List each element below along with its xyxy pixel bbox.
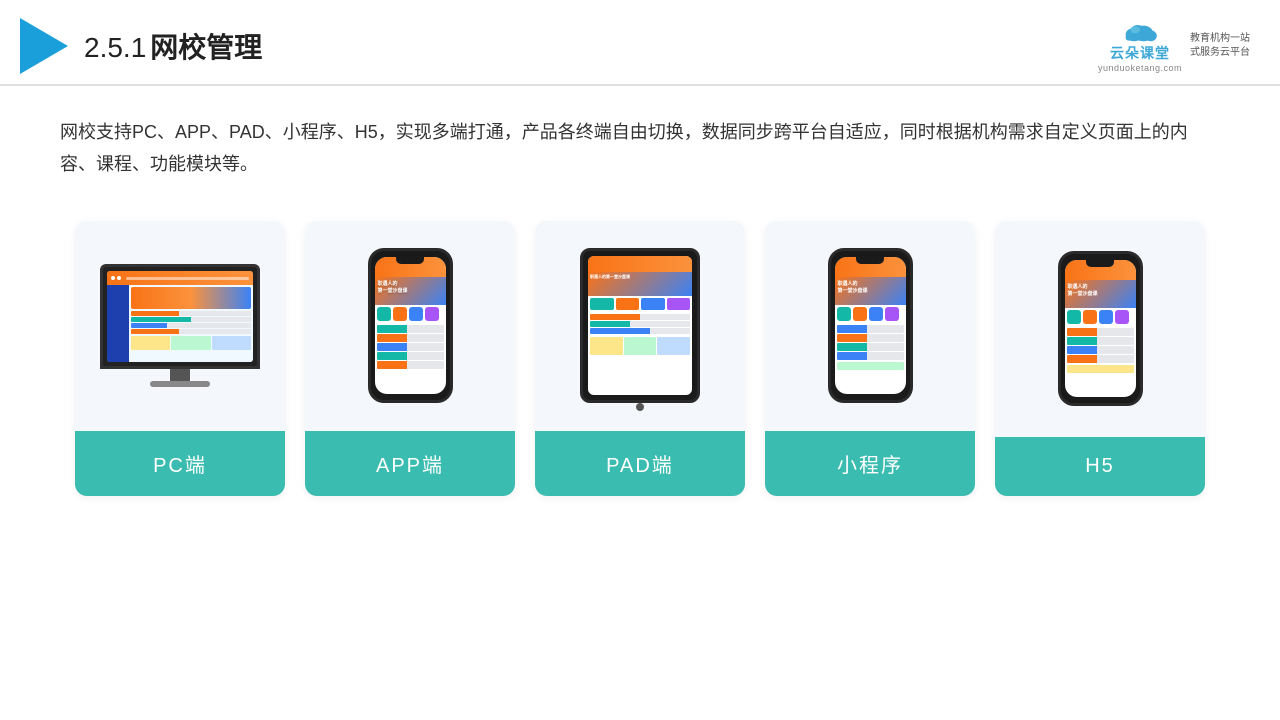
brand-logo: 云朵课堂 yunduoketang.com 教育机构一站 式服务云平台 <box>1098 19 1250 73</box>
page-title: 2.5.1网校管理 <box>84 26 262 66</box>
brand-tagline: 教育机构一站 式服务云平台 <box>1190 32 1250 60</box>
phone-miniapp-icon: 职遇人的第一堂沙盘课 <box>828 248 913 403</box>
header-left: 2.5.1网校管理 <box>20 18 262 74</box>
description-text: 网校支持PC、APP、PAD、小程序、H5，实现多端打通，产品各终端自由切换，数… <box>0 86 1280 191</box>
cards-container: PC端 职遇人的第一堂沙盘课 <box>0 191 1280 516</box>
card-app: 职遇人的第一堂沙盘课 <box>305 221 515 496</box>
card-miniapp-label: 小程序 <box>765 431 975 496</box>
card-pad: 职遇人的第一堂沙盘课 <box>535 221 745 496</box>
card-app-image: 职遇人的第一堂沙盘课 <box>305 221 515 431</box>
card-h5-image: 职遇人的第一堂沙盘课 <box>995 221 1205 437</box>
phone-app-icon: 职遇人的第一堂沙盘课 <box>368 248 453 403</box>
logo-triangle-icon <box>20 18 68 74</box>
header: 2.5.1网校管理 云朵课堂 yunduoketang.com 教育机构一站 式… <box>0 0 1280 86</box>
card-miniapp: 职遇人的第一堂沙盘课 <box>765 221 975 496</box>
cloud-icon: 云朵课堂 yunduoketang.com <box>1098 19 1182 73</box>
card-pad-image: 职遇人的第一堂沙盘课 <box>535 221 745 431</box>
card-h5: 职遇人的第一堂沙盘课 <box>995 221 1205 496</box>
card-h5-label: H5 <box>995 437 1205 496</box>
tablet-pad-icon: 职遇人的第一堂沙盘课 <box>580 248 700 403</box>
card-pad-label: PAD端 <box>535 431 745 496</box>
card-pc-image <box>75 221 285 431</box>
card-app-label: APP端 <box>305 431 515 496</box>
pc-monitor-icon <box>100 264 260 387</box>
brand-url: yunduoketang.com <box>1098 63 1182 73</box>
card-pc-label: PC端 <box>75 431 285 496</box>
card-pc: PC端 <box>75 221 285 496</box>
card-miniapp-image: 职遇人的第一堂沙盘课 <box>765 221 975 431</box>
phone-h5-icon: 职遇人的第一堂沙盘课 <box>1058 251 1143 406</box>
brand-name: 云朵课堂 <box>1110 43 1170 63</box>
